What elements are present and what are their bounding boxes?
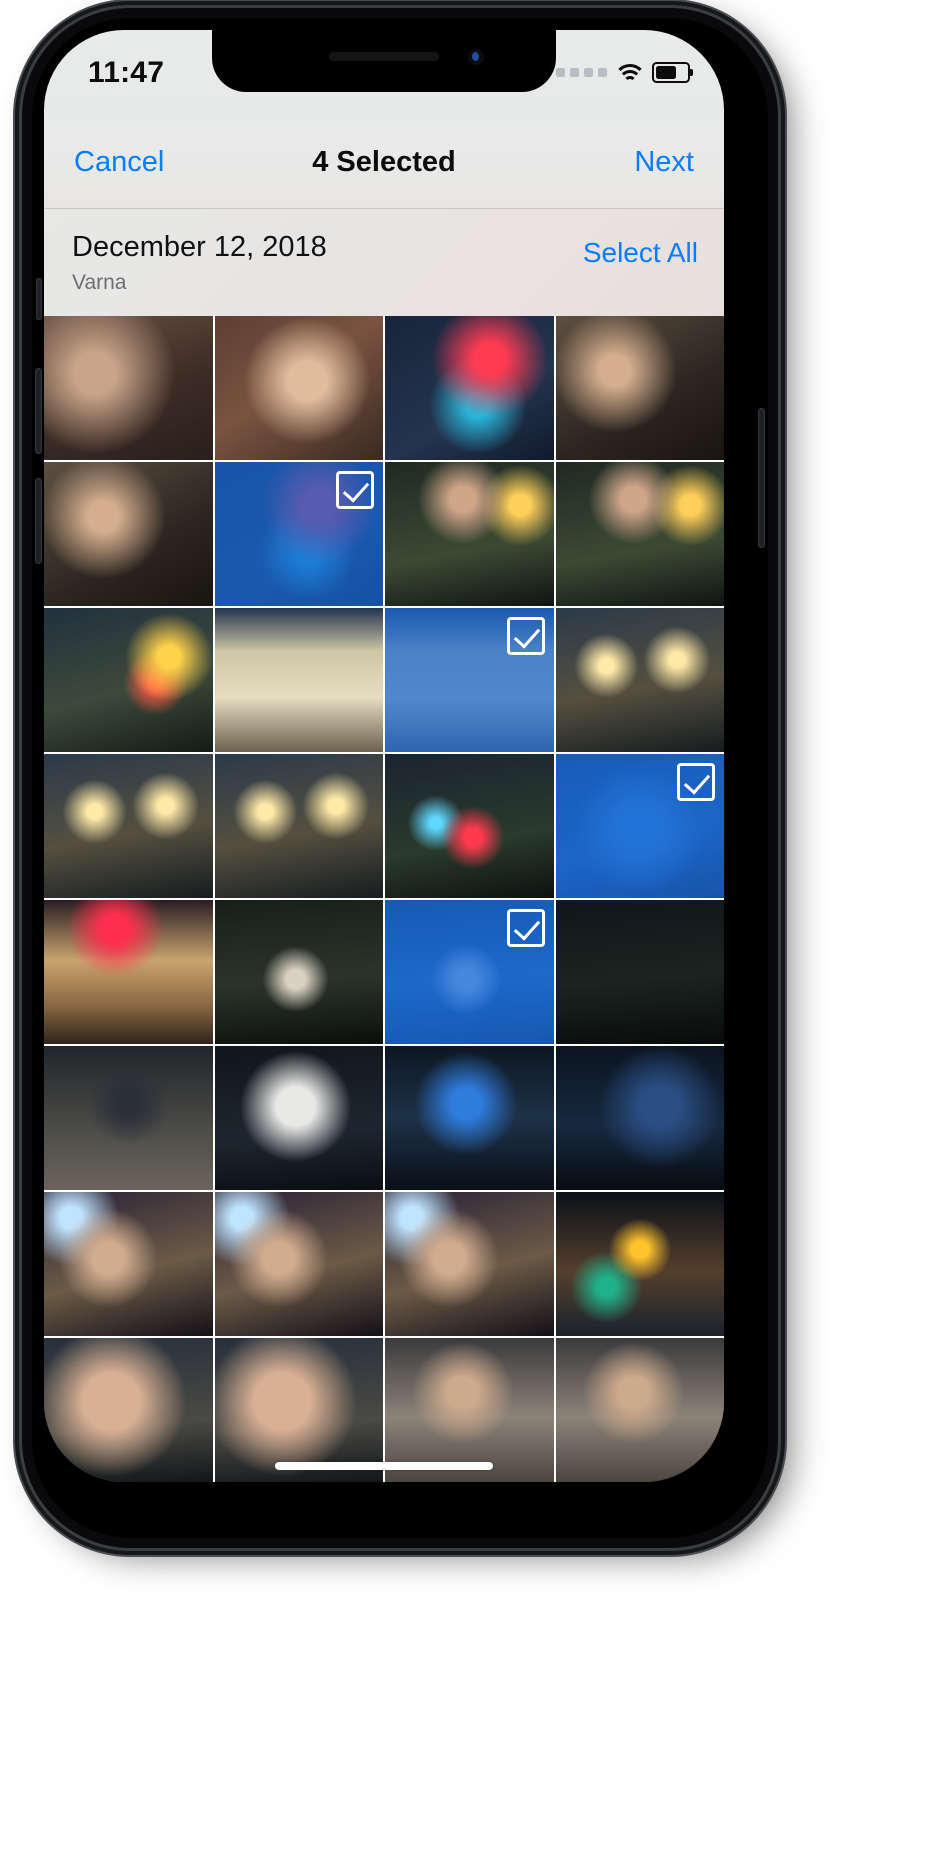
photo-cell[interactable]: [44, 1046, 213, 1190]
photo-thumbnail: [555, 462, 724, 606]
photo-thumbnail: [385, 754, 554, 898]
volume-down-button[interactable]: [35, 478, 42, 564]
photo-thumbnail: [385, 1338, 554, 1482]
status-bar-time: 11:47: [88, 56, 165, 89]
photo-thumbnail: [44, 1046, 213, 1190]
photo-thumbnail: [44, 462, 213, 606]
checkmark-box-icon[interactable]: [506, 617, 545, 655]
photo-thumbnail: [385, 316, 554, 460]
photo-thumbnail: [555, 1338, 724, 1482]
photo-cell[interactable]: [385, 462, 554, 606]
photo-cell[interactable]: [214, 1046, 383, 1190]
photo-cell[interactable]: [385, 754, 554, 898]
photo-cell[interactable]: [385, 316, 554, 460]
photo-thumbnail: [555, 608, 724, 752]
photo-cell[interactable]: [44, 900, 213, 1044]
photo-cell[interactable]: [555, 608, 724, 752]
checkmark-box-icon[interactable]: [506, 909, 545, 947]
next-button[interactable]: Next: [634, 146, 694, 179]
photo-cell[interactable]: [214, 900, 383, 1044]
photo-thumbnail: [385, 462, 554, 606]
photo-cell[interactable]: [555, 316, 724, 460]
cellular-dots-icon: [556, 68, 607, 77]
photo-cell[interactable]: [214, 462, 383, 606]
checkmark-box-icon[interactable]: [336, 471, 374, 509]
photo-cell[interactable]: [44, 1192, 213, 1336]
photo-thumbnail: [214, 316, 383, 460]
photo-thumbnail: [214, 1046, 383, 1190]
status-bar-indicators: [556, 62, 693, 83]
photo-cell[interactable]: [44, 1338, 213, 1482]
screenshot-canvas: 11:47 Cancel 4 Selected Next December 12…: [0, 0, 940, 1856]
photo-cell[interactable]: [385, 900, 554, 1044]
photo-cell[interactable]: [555, 1338, 724, 1482]
photo-cell[interactable]: [385, 608, 554, 752]
photo-thumbnail: [555, 1192, 724, 1336]
photo-thumbnail: [214, 900, 383, 1044]
photo-cell[interactable]: [44, 462, 213, 606]
photo-cell[interactable]: [555, 754, 724, 898]
photo-cell[interactable]: [385, 1046, 554, 1190]
volume-up-button[interactable]: [35, 368, 42, 454]
photo-cell[interactable]: [44, 754, 213, 898]
wifi-icon: [613, 63, 646, 83]
silent-switch[interactable]: [36, 278, 42, 320]
photo-cell[interactable]: [214, 754, 383, 898]
power-button[interactable]: [758, 408, 765, 548]
photo-thumbnail: [44, 316, 213, 460]
photo-thumbnail: [44, 1338, 213, 1482]
iphone-device-frame: 11:47 Cancel 4 Selected Next December 12…: [22, 8, 778, 1548]
photo-thumbnail: [385, 1046, 554, 1190]
photo-thumbnail: [44, 754, 213, 898]
photo-cell[interactable]: [555, 1046, 724, 1190]
photo-cell[interactable]: [214, 1192, 383, 1336]
photo-cell[interactable]: [214, 608, 383, 752]
section-date-label: December 12, 2018: [72, 231, 327, 263]
photo-cell[interactable]: [214, 1338, 383, 1482]
photo-cell[interactable]: [385, 1192, 554, 1336]
home-indicator[interactable]: [275, 1462, 493, 1470]
battery-icon: [652, 62, 693, 83]
cancel-button[interactable]: Cancel: [74, 146, 164, 179]
photo-thumbnail: [555, 316, 724, 460]
photo-thumbnail: [214, 1338, 383, 1482]
front-camera-icon: [468, 49, 484, 65]
photo-thumbnail: [555, 900, 724, 1044]
checkmark-box-icon[interactable]: [677, 763, 715, 801]
photo-thumbnail: [44, 900, 213, 1044]
photo-cell[interactable]: [385, 1338, 554, 1482]
notch: [212, 30, 556, 92]
photo-thumbnail: [385, 1192, 554, 1336]
photo-thumbnail: [214, 1192, 383, 1336]
phone-screen: 11:47 Cancel 4 Selected Next December 12…: [44, 30, 724, 1482]
select-all-button[interactable]: Select All: [583, 237, 698, 269]
photo-thumbnail: [214, 608, 383, 752]
date-section-header: December 12, 2018 Varna Select All: [44, 208, 724, 316]
photo-cell[interactable]: [214, 316, 383, 460]
photo-grid[interactable]: [44, 316, 724, 1482]
photo-cell[interactable]: [555, 462, 724, 606]
photo-cell[interactable]: [44, 608, 213, 752]
section-place-label: Varna: [72, 271, 127, 294]
photo-thumbnail: [44, 1192, 213, 1336]
photo-cell[interactable]: [555, 900, 724, 1044]
navigation-bar: Cancel 4 Selected Next: [44, 116, 724, 208]
photo-cell[interactable]: [555, 1192, 724, 1336]
photo-thumbnail: [555, 1046, 724, 1190]
earpiece-speaker: [329, 52, 439, 61]
photo-cell[interactable]: [44, 316, 213, 460]
photo-thumbnail: [44, 608, 213, 752]
photo-thumbnail: [214, 754, 383, 898]
